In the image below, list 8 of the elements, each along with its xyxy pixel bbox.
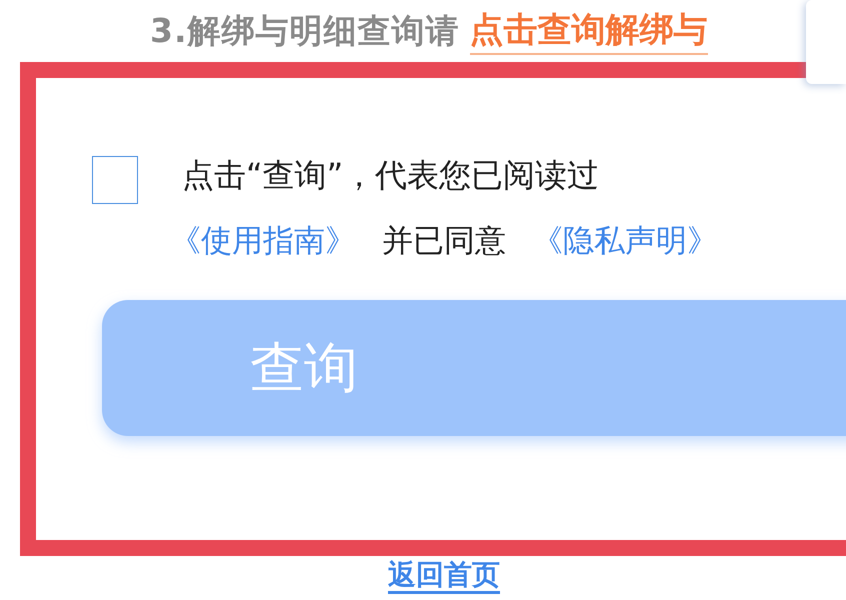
home-link[interactable]: 返回首页 xyxy=(388,560,500,594)
privacy-link[interactable]: 《隐私声明》 xyxy=(532,220,718,262)
instruction-text: 3.解绑与明细查询请 xyxy=(150,10,460,52)
agreement-text: 并已同意 xyxy=(382,222,506,261)
unbind-query-link[interactable]: 点击查询解绑与 xyxy=(470,7,708,55)
agreement-text: 点击“查询”，代表您已阅读过 xyxy=(182,155,600,196)
agreement-checkbox[interactable] xyxy=(92,156,138,204)
guide-link[interactable]: 《使用指南》 xyxy=(170,220,356,262)
